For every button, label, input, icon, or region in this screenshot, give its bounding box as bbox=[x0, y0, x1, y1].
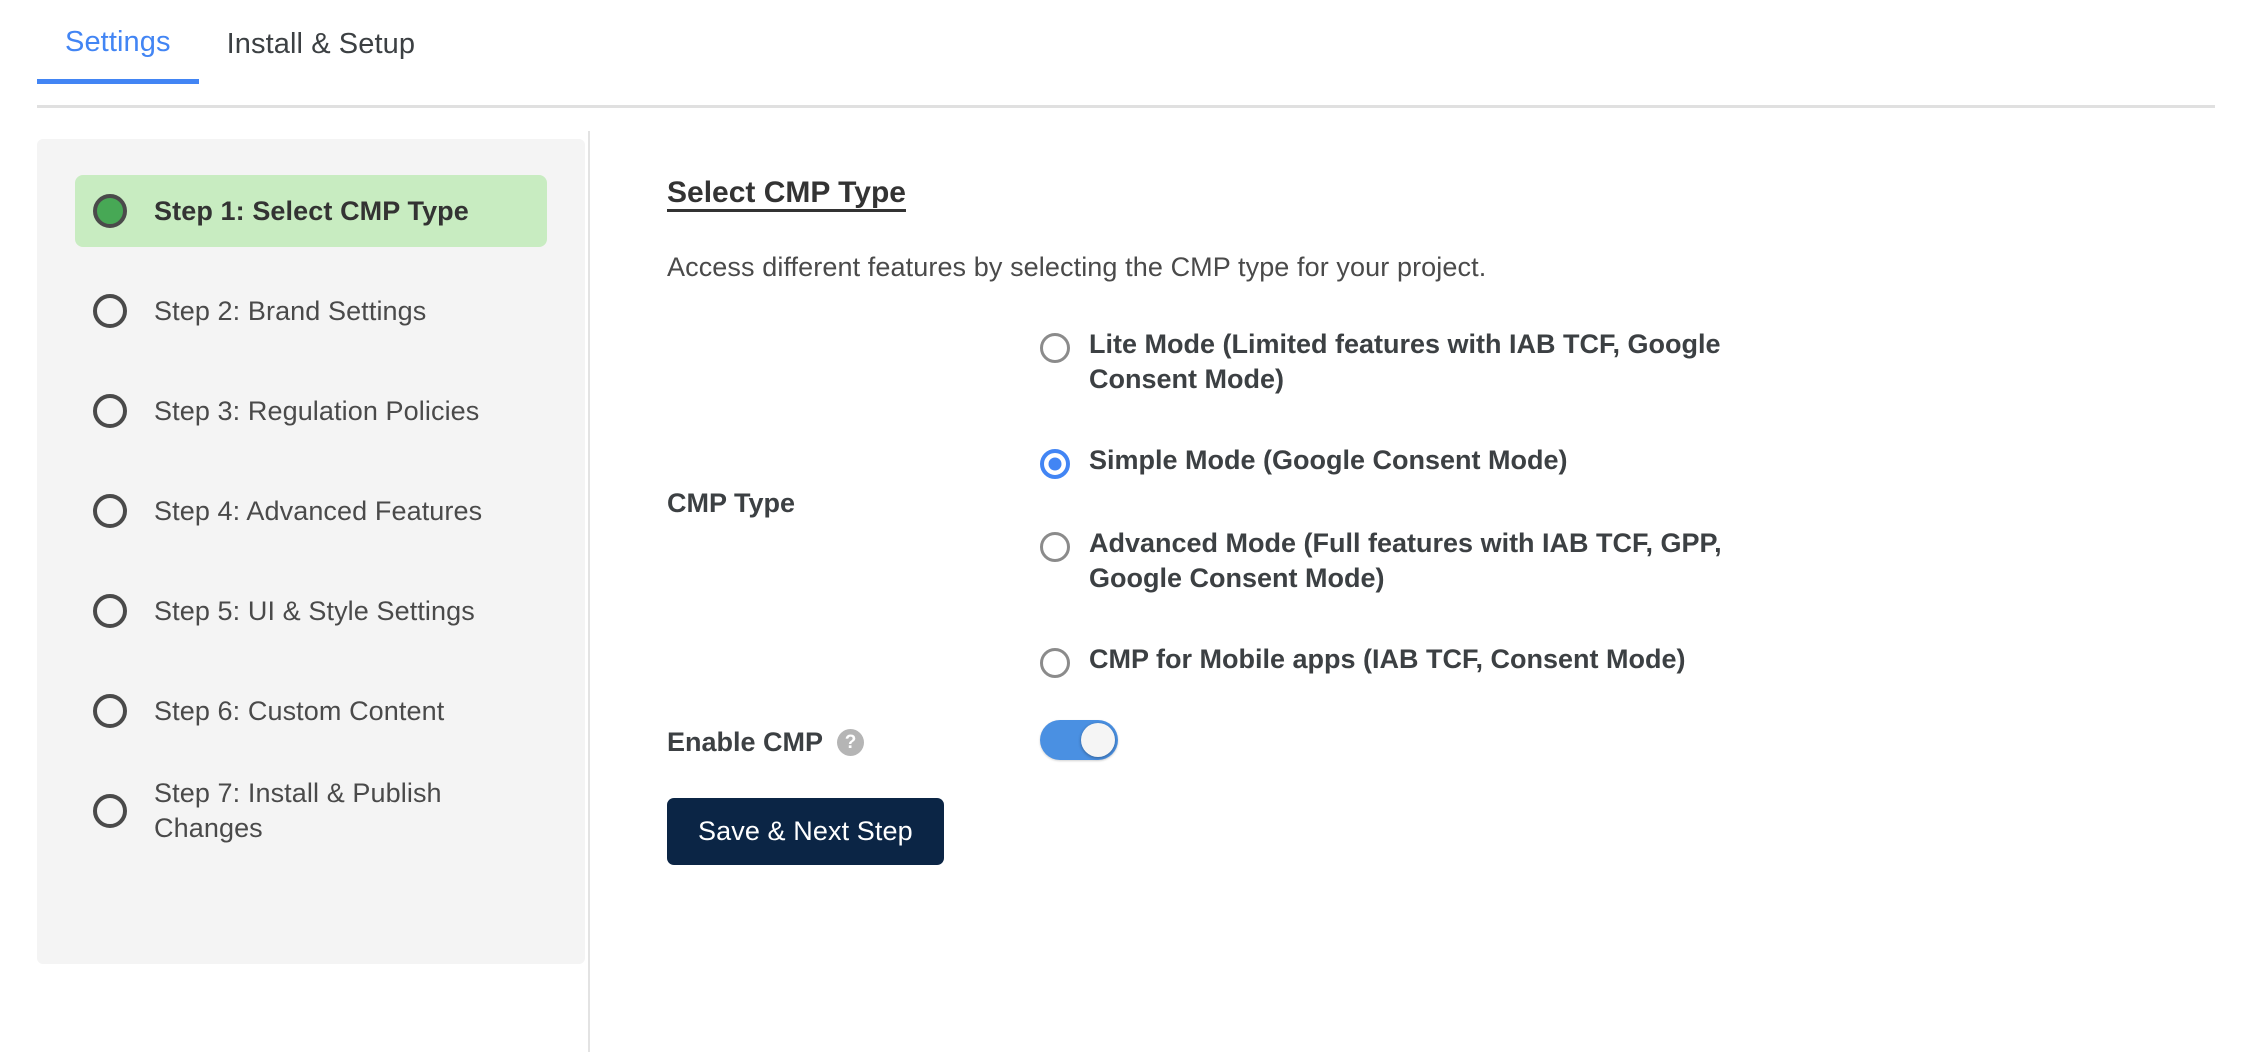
tab-install-and-setup[interactable]: Install & Setup bbox=[199, 30, 444, 81]
step-status-dot-icon bbox=[93, 594, 127, 628]
radio-option-lite-mode[interactable]: Lite Mode (Limited features with IAB TCF… bbox=[1040, 327, 2167, 396]
enable-cmp-label: Enable CMP ? bbox=[667, 718, 1040, 760]
cmp-type-label: CMP Type bbox=[667, 323, 1040, 678]
sidebar-item-label: Step 3: Regulation Policies bbox=[154, 394, 479, 429]
radio-option-label: Lite Mode (Limited features with IAB TCF… bbox=[1089, 327, 1789, 396]
sidebar-item-step-5[interactable]: Step 5: UI & Style Settings bbox=[75, 575, 547, 647]
sidebar-item-label: Step 6: Custom Content bbox=[154, 694, 444, 729]
page-body: Step 1: Select CMP Type Step 2: Brand Se… bbox=[0, 108, 2254, 1052]
step-status-dot-icon bbox=[93, 694, 127, 728]
step-status-dot-icon bbox=[93, 794, 127, 828]
sidebar-item-step-6[interactable]: Step 6: Custom Content bbox=[75, 675, 547, 747]
cmp-type-radio-group: Lite Mode (Limited features with IAB TCF… bbox=[1040, 323, 2167, 678]
sidebar-item-label: Step 7: Install & Publish Changes bbox=[154, 776, 529, 845]
radio-option-label: Advanced Mode (Full features with IAB TC… bbox=[1089, 526, 1789, 595]
sidebar-item-step-7[interactable]: Step 7: Install & Publish Changes bbox=[75, 775, 547, 847]
cmp-type-label-text: CMP Type bbox=[667, 488, 795, 519]
sidebar-item-step-2[interactable]: Step 2: Brand Settings bbox=[75, 275, 547, 347]
tab-list: Settings Install & Setup bbox=[37, 28, 443, 81]
enable-cmp-toggle-wrap bbox=[1040, 718, 2167, 760]
radio-option-label: Simple Mode (Google Consent Mode) bbox=[1089, 443, 1568, 478]
sidebar-item-label: Step 1: Select CMP Type bbox=[154, 194, 469, 229]
sidebar-item-step-4[interactable]: Step 4: Advanced Features bbox=[75, 475, 547, 547]
enable-cmp-label-text: Enable CMP bbox=[667, 727, 823, 758]
step-status-dot-icon bbox=[93, 194, 127, 228]
toggle-knob bbox=[1081, 723, 1115, 757]
enable-cmp-toggle[interactable] bbox=[1040, 720, 1118, 760]
step-status-dot-icon bbox=[93, 494, 127, 528]
tab-settings[interactable]: Settings bbox=[37, 28, 199, 84]
sidebar-item-step-3[interactable]: Step 3: Regulation Policies bbox=[75, 375, 547, 447]
sidebar-item-label: Step 5: UI & Style Settings bbox=[154, 594, 475, 629]
help-icon[interactable]: ? bbox=[837, 729, 864, 756]
enable-cmp-field: Enable CMP ? bbox=[667, 718, 2167, 760]
radio-option-cmp-for-mobile-apps[interactable]: CMP for Mobile apps (IAB TCF, Consent Mo… bbox=[1040, 642, 2167, 678]
radio-circle-selected-icon bbox=[1040, 449, 1070, 479]
step-status-dot-icon bbox=[93, 294, 127, 328]
tab-bar: Settings Install & Setup bbox=[0, 0, 2254, 108]
sidebar-item-label: Step 4: Advanced Features bbox=[154, 494, 482, 529]
radio-option-advanced-mode[interactable]: Advanced Mode (Full features with IAB TC… bbox=[1040, 526, 2167, 595]
sidebar-item-label: Step 2: Brand Settings bbox=[154, 294, 426, 329]
radio-circle-icon bbox=[1040, 532, 1070, 562]
sidebar-content-divider bbox=[588, 131, 590, 1052]
radio-option-label: CMP for Mobile apps (IAB TCF, Consent Mo… bbox=[1089, 642, 1686, 677]
radio-circle-icon bbox=[1040, 648, 1070, 678]
main-content: Select CMP Type Access different feature… bbox=[667, 108, 2167, 865]
step-sidebar: Step 1: Select CMP Type Step 2: Brand Se… bbox=[37, 139, 585, 964]
page-title: Select CMP Type bbox=[667, 176, 2167, 210]
step-status-dot-icon bbox=[93, 394, 127, 428]
page-description: Access different features by selecting t… bbox=[667, 252, 2167, 283]
cmp-type-field: CMP Type Lite Mode (Limited features wit… bbox=[667, 323, 2167, 678]
sidebar-item-step-1[interactable]: Step 1: Select CMP Type bbox=[75, 175, 547, 247]
radio-option-simple-mode[interactable]: Simple Mode (Google Consent Mode) bbox=[1040, 443, 2167, 479]
save-and-next-step-button[interactable]: Save & Next Step bbox=[667, 798, 944, 865]
radio-circle-icon bbox=[1040, 333, 1070, 363]
